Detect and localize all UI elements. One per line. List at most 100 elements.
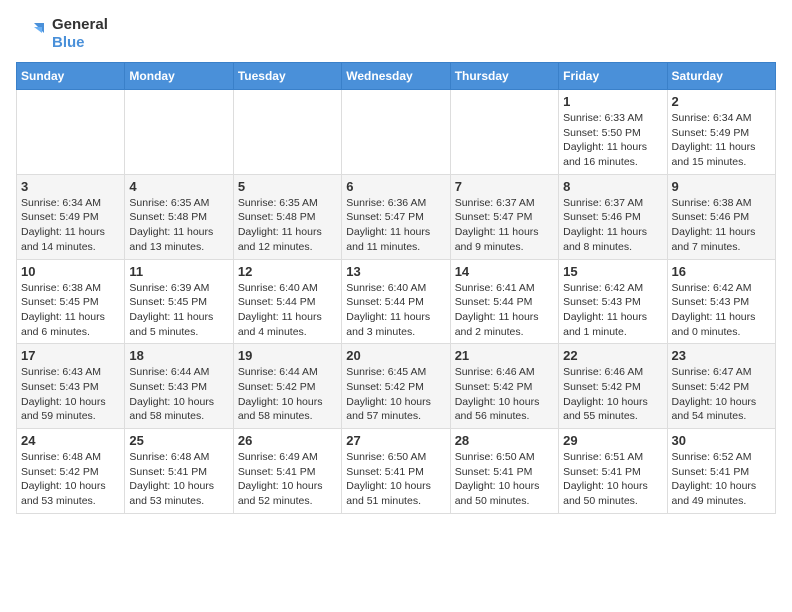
day-info: Sunrise: 6:34 AMSunset: 5:49 PMDaylight:… xyxy=(21,196,120,255)
day-info: Sunrise: 6:48 AMSunset: 5:42 PMDaylight:… xyxy=(21,450,120,509)
day-info: Sunrise: 6:50 AMSunset: 5:41 PMDaylight:… xyxy=(455,450,554,509)
calendar-cell: 14 Sunrise: 6:41 AMSunset: 5:44 PMDayligh… xyxy=(450,259,558,344)
calendar-cell xyxy=(450,90,558,175)
day-number: 12 xyxy=(238,264,337,279)
day-info: Sunrise: 6:41 AMSunset: 5:44 PMDaylight:… xyxy=(455,281,554,340)
calendar-table: SundayMondayTuesdayWednesdayThursdayFrid… xyxy=(16,62,776,514)
calendar-week-row: 17 Sunrise: 6:43 AMSunset: 5:43 PMDayligh… xyxy=(17,344,776,429)
calendar-cell: 11Sunrise: 6:39 AMSunset: 5:45 PMDayligh… xyxy=(125,259,233,344)
calendar-header-row: SundayMondayTuesdayWednesdayThursdayFrid… xyxy=(17,63,776,90)
calendar-week-row: 10 Sunrise: 6:38 AMSunset: 5:45 PMDayligh… xyxy=(17,259,776,344)
calendar-cell xyxy=(17,90,125,175)
day-number: 10 xyxy=(21,264,120,279)
weekday-header: Monday xyxy=(125,63,233,90)
calendar-cell: 25 Sunrise: 6:48 AMSunset: 5:41 PMDayligh… xyxy=(125,429,233,514)
calendar-cell xyxy=(233,90,341,175)
day-info: Sunrise: 6:38 AMSunset: 5:45 PMDaylight:… xyxy=(21,281,120,340)
day-number: 21 xyxy=(455,348,554,363)
calendar-cell: 5 Sunrise: 6:35 AMSunset: 5:48 PMDaylight… xyxy=(233,174,341,259)
day-info: Sunrise: 6:47 AMSunset: 5:42 PMDaylight:… xyxy=(672,365,771,424)
calendar-cell: 28 Sunrise: 6:50 AMSunset: 5:41 PMDayligh… xyxy=(450,429,558,514)
day-info: Sunrise: 6:38 AMSunset: 5:46 PMDaylight:… xyxy=(672,196,771,255)
day-info: Sunrise: 6:43 AMSunset: 5:43 PMDaylight:… xyxy=(21,365,120,424)
calendar-cell: 29Sunrise: 6:51 AMSunset: 5:41 PMDayligh… xyxy=(559,429,667,514)
calendar-cell: 27 Sunrise: 6:50 AMSunset: 5:41 PMDayligh… xyxy=(342,429,450,514)
calendar-cell: 26 Sunrise: 6:49 AMSunset: 5:41 PMDayligh… xyxy=(233,429,341,514)
day-number: 19 xyxy=(238,348,337,363)
day-info: Sunrise: 6:52 AMSunset: 5:41 PMDaylight:… xyxy=(672,450,771,509)
calendar-cell: 10 Sunrise: 6:38 AMSunset: 5:45 PMDayligh… xyxy=(17,259,125,344)
day-number: 2 xyxy=(672,94,771,109)
calendar-cell: 21 Sunrise: 6:46 AMSunset: 5:42 PMDayligh… xyxy=(450,344,558,429)
calendar-cell: 6 Sunrise: 6:36 AMSunset: 5:47 PMDaylight… xyxy=(342,174,450,259)
calendar-cell: 9 Sunrise: 6:38 AMSunset: 5:46 PMDaylight… xyxy=(667,174,775,259)
calendar-cell: 3 Sunrise: 6:34 AMSunset: 5:49 PMDaylight… xyxy=(17,174,125,259)
calendar-cell: 13Sunrise: 6:40 AMSunset: 5:44 PMDayligh… xyxy=(342,259,450,344)
day-info: Sunrise: 6:42 AMSunset: 5:43 PMDaylight:… xyxy=(672,281,771,340)
calendar-week-row: 3 Sunrise: 6:34 AMSunset: 5:49 PMDaylight… xyxy=(17,174,776,259)
calendar-cell: 1Sunrise: 6:33 AMSunset: 5:50 PMDaylight… xyxy=(559,90,667,175)
day-number: 3 xyxy=(21,179,120,194)
logo: GeneralBlue xyxy=(16,16,108,52)
day-number: 15 xyxy=(563,264,662,279)
day-info: Sunrise: 6:40 AMSunset: 5:44 PMDaylight:… xyxy=(346,281,445,340)
day-info: Sunrise: 6:40 AMSunset: 5:44 PMDaylight:… xyxy=(238,281,337,340)
weekday-header: Sunday xyxy=(17,63,125,90)
calendar-cell: 4Sunrise: 6:35 AMSunset: 5:48 PMDaylight… xyxy=(125,174,233,259)
day-info: Sunrise: 6:49 AMSunset: 5:41 PMDaylight:… xyxy=(238,450,337,509)
day-number: 4 xyxy=(129,179,228,194)
day-number: 22 xyxy=(563,348,662,363)
weekday-header: Thursday xyxy=(450,63,558,90)
page-header: GeneralBlue xyxy=(16,16,776,52)
weekday-header: Friday xyxy=(559,63,667,90)
day-number: 6 xyxy=(346,179,445,194)
weekday-header: Tuesday xyxy=(233,63,341,90)
day-info: Sunrise: 6:36 AMSunset: 5:47 PMDaylight:… xyxy=(346,196,445,255)
day-number: 17 xyxy=(21,348,120,363)
day-number: 18 xyxy=(129,348,228,363)
day-number: 7 xyxy=(455,179,554,194)
day-number: 9 xyxy=(672,179,771,194)
day-info: Sunrise: 6:45 AMSunset: 5:42 PMDaylight:… xyxy=(346,365,445,424)
day-number: 20 xyxy=(346,348,445,363)
calendar-cell: 22 Sunrise: 6:46 AMSunset: 5:42 PMDayligh… xyxy=(559,344,667,429)
day-info: Sunrise: 6:48 AMSunset: 5:41 PMDaylight:… xyxy=(129,450,228,509)
day-info: Sunrise: 6:50 AMSunset: 5:41 PMDaylight:… xyxy=(346,450,445,509)
logo-container: GeneralBlue xyxy=(16,16,108,52)
day-number: 25 xyxy=(129,433,228,448)
calendar-cell: 12 Sunrise: 6:40 AMSunset: 5:44 PMDayligh… xyxy=(233,259,341,344)
day-info: Sunrise: 6:37 AMSunset: 5:47 PMDaylight:… xyxy=(455,196,554,255)
day-number: 27 xyxy=(346,433,445,448)
day-number: 8 xyxy=(563,179,662,194)
calendar-cell: 16 Sunrise: 6:42 AMSunset: 5:43 PMDayligh… xyxy=(667,259,775,344)
day-number: 5 xyxy=(238,179,337,194)
calendar-cell: 7 Sunrise: 6:37 AMSunset: 5:47 PMDaylight… xyxy=(450,174,558,259)
calendar-cell: 17 Sunrise: 6:43 AMSunset: 5:43 PMDayligh… xyxy=(17,344,125,429)
calendar-cell xyxy=(342,90,450,175)
calendar-cell: 23 Sunrise: 6:47 AMSunset: 5:42 PMDayligh… xyxy=(667,344,775,429)
calendar-cell: 2Sunrise: 6:34 AMSunset: 5:49 PMDaylight… xyxy=(667,90,775,175)
day-number: 26 xyxy=(238,433,337,448)
day-info: Sunrise: 6:44 AMSunset: 5:42 PMDaylight:… xyxy=(238,365,337,424)
calendar-cell: 20 Sunrise: 6:45 AMSunset: 5:42 PMDayligh… xyxy=(342,344,450,429)
day-info: Sunrise: 6:51 AMSunset: 5:41 PMDaylight:… xyxy=(563,450,662,509)
calendar-cell: 30 Sunrise: 6:52 AMSunset: 5:41 PMDayligh… xyxy=(667,429,775,514)
calendar-cell: 19 Sunrise: 6:44 AMSunset: 5:42 PMDayligh… xyxy=(233,344,341,429)
day-number: 30 xyxy=(672,433,771,448)
day-number: 28 xyxy=(455,433,554,448)
calendar-week-row: 24Sunrise: 6:48 AMSunset: 5:42 PMDayligh… xyxy=(17,429,776,514)
day-info: Sunrise: 6:42 AMSunset: 5:43 PMDaylight:… xyxy=(563,281,662,340)
day-info: Sunrise: 6:39 AMSunset: 5:45 PMDaylight:… xyxy=(129,281,228,340)
day-number: 16 xyxy=(672,264,771,279)
weekday-header: Wednesday xyxy=(342,63,450,90)
day-number: 14 xyxy=(455,264,554,279)
day-info: Sunrise: 6:46 AMSunset: 5:42 PMDaylight:… xyxy=(563,365,662,424)
day-number: 23 xyxy=(672,348,771,363)
day-info: Sunrise: 6:37 AMSunset: 5:46 PMDaylight:… xyxy=(563,196,662,255)
logo-icon xyxy=(16,19,46,49)
calendar-week-row: 1Sunrise: 6:33 AMSunset: 5:50 PMDaylight… xyxy=(17,90,776,175)
day-info: Sunrise: 6:46 AMSunset: 5:42 PMDaylight:… xyxy=(455,365,554,424)
day-info: Sunrise: 6:35 AMSunset: 5:48 PMDaylight:… xyxy=(238,196,337,255)
logo-text: GeneralBlue xyxy=(52,16,108,52)
calendar-cell: 24Sunrise: 6:48 AMSunset: 5:42 PMDayligh… xyxy=(17,429,125,514)
